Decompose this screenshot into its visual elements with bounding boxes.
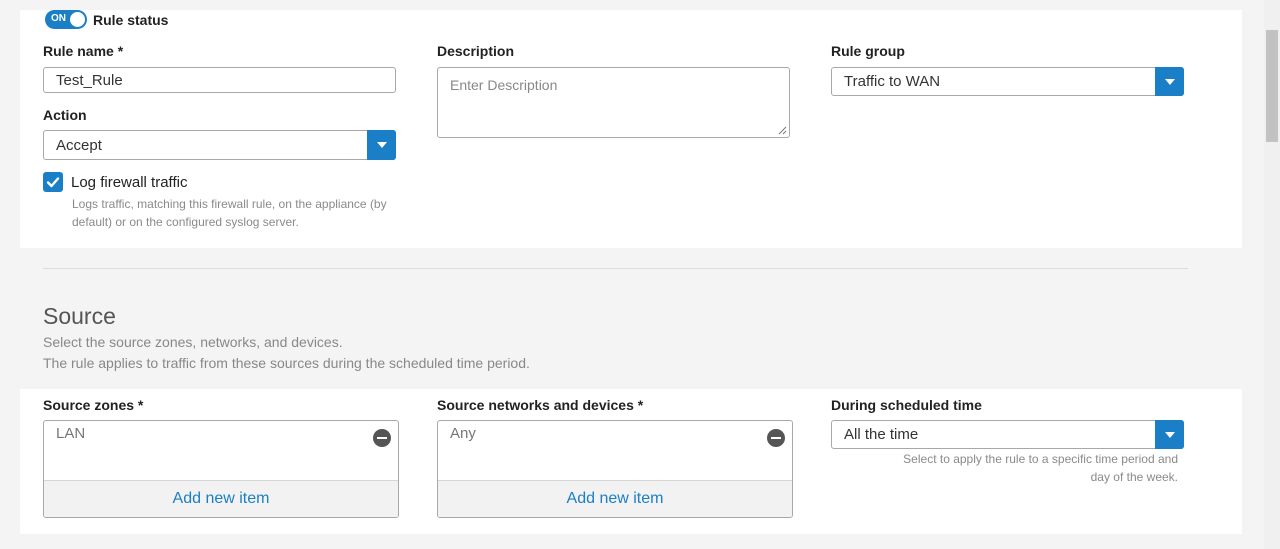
rule-group-label: Rule group: [831, 43, 905, 59]
chevron-down-icon: [1164, 78, 1175, 85]
source-zones-label: Source zones *: [43, 397, 144, 413]
schedule-hint-line1: Select to apply the rule to a specific t…: [903, 452, 1178, 466]
rule-group-value: Traffic to WAN: [844, 73, 941, 90]
log-traffic-label: Log firewall traffic: [71, 174, 188, 191]
remove-icon[interactable]: [373, 429, 391, 447]
log-traffic-checkbox[interactable]: [43, 172, 63, 192]
checkmark-icon: [46, 177, 60, 188]
chevron-down-icon: [1164, 431, 1175, 438]
rule-group-dropdown-button[interactable]: [1155, 67, 1184, 96]
schedule-dropdown-button[interactable]: [1155, 420, 1184, 449]
description-placeholder: Enter Description: [450, 77, 558, 93]
schedule-label: During scheduled time: [831, 397, 982, 413]
source-networks-label: Source networks and devices *: [437, 397, 644, 413]
rule-group-select[interactable]: Traffic to WAN: [831, 67, 1184, 96]
action-select[interactable]: Accept: [43, 130, 396, 160]
rule-status-label: Rule status: [93, 12, 169, 28]
remove-icon[interactable]: [767, 429, 785, 447]
resize-handle-icon[interactable]: [777, 125, 787, 135]
schedule-hint-line2: day of the week.: [1090, 470, 1178, 484]
description-label: Description: [437, 43, 515, 59]
source-title: Source: [43, 303, 116, 329]
source-zones-add-button[interactable]: Add new item: [44, 480, 398, 517]
source-networks-add-button[interactable]: Add new item: [438, 480, 792, 517]
log-traffic-hint-line2: default) or on the configured syslog ser…: [72, 215, 299, 229]
log-traffic-hint-line1: Logs traffic, matching this firewall rul…: [72, 197, 387, 211]
rule-name-input[interactable]: Test_Rule: [43, 67, 396, 93]
schedule-value: All the time: [844, 426, 919, 443]
action-dropdown-button[interactable]: [367, 130, 396, 160]
source-description-line1: Select the source zones, networks, and d…: [43, 334, 343, 350]
source-networks-list: Any Add new item: [437, 420, 793, 518]
source-network-item: Any: [450, 425, 476, 442]
chevron-down-icon: [376, 142, 387, 148]
source-zones-list: LAN Add new item: [43, 420, 399, 518]
scrollbar-thumb[interactable]: [1266, 30, 1278, 142]
action-select-value: Accept: [56, 136, 102, 154]
section-divider: [43, 268, 1188, 269]
source-zone-item: LAN: [56, 425, 86, 442]
description-textarea[interactable]: Enter Description: [437, 67, 790, 138]
action-label: Action: [43, 107, 87, 123]
rule-name-value: Test_Rule: [56, 71, 123, 89]
rule-status-toggle[interactable]: ON: [45, 10, 87, 29]
toggle-on-text: ON: [51, 13, 66, 24]
schedule-select[interactable]: All the time: [831, 420, 1184, 449]
rule-name-label: Rule name *: [43, 43, 124, 59]
toggle-knob: [70, 12, 85, 27]
vertical-scrollbar[interactable]: [1264, 0, 1280, 549]
source-description-line2: The rule applies to traffic from these s…: [43, 355, 530, 371]
